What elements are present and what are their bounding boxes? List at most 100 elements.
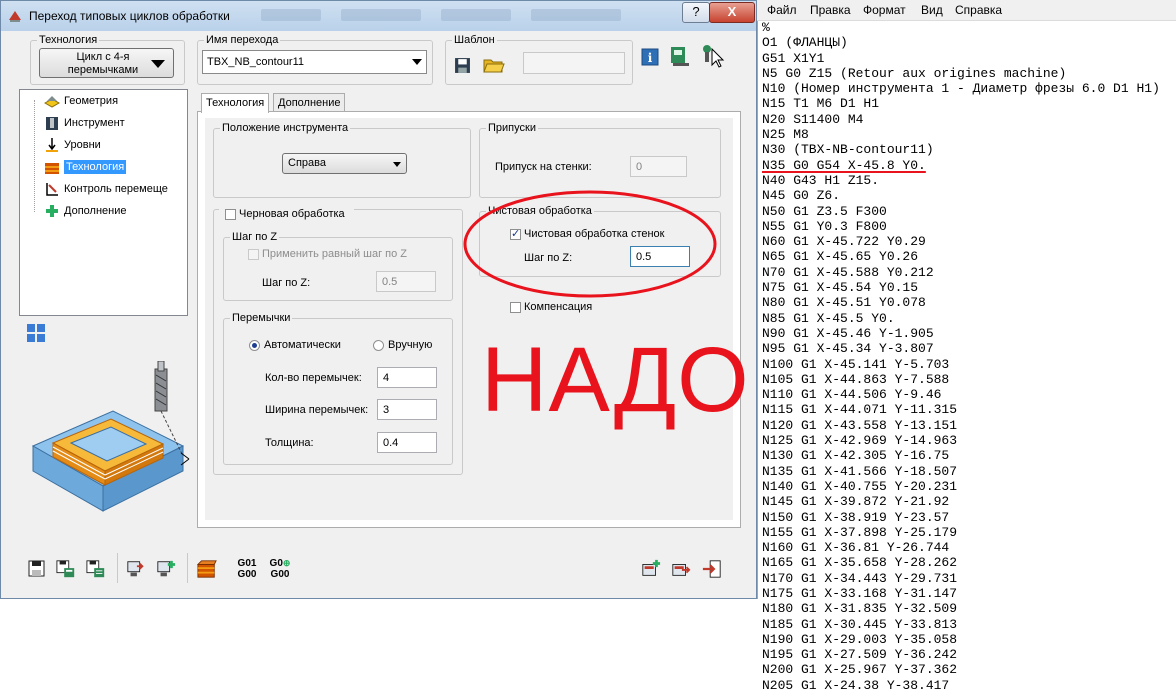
- technology-layers-icon[interactable]: [197, 558, 217, 580]
- tree-item-tool[interactable]: Инструмент: [44, 114, 125, 132]
- code-line: N185 G1 X-30.445 Y-33.813: [762, 616, 958, 632]
- g0-label: G0⊕: [267, 558, 293, 569]
- bridge-thickness-input[interactable]: 0.4: [377, 432, 437, 453]
- bridge-count-label: Кол-во перемычек:: [265, 372, 362, 384]
- code-line: N35 G0 G54 X-45.8 Y0.: [762, 157, 926, 173]
- apply-operation-icon[interactable]: [671, 558, 691, 580]
- code-line: N45 G0 Z6.: [762, 188, 841, 204]
- code-line: N75 G1 X-45.54 Y0.15: [762, 280, 919, 296]
- code-line: N135 G1 X-41.566 Y-18.507: [762, 463, 958, 479]
- motion-control-icon: [46, 183, 58, 196]
- equal-step-label: Применить равный шаг по Z: [262, 248, 408, 260]
- tree-item-label: Уровни: [64, 139, 101, 151]
- technology-group-label: Технология: [39, 34, 98, 46]
- tree-item-geometry[interactable]: Геометрия: [44, 92, 118, 110]
- g01-g00-button[interactable]: G01 G00: [235, 558, 259, 582]
- tree-item-levels[interactable]: Уровни: [44, 136, 101, 154]
- window-divider: [757, 0, 758, 599]
- help-button[interactable]: ?: [682, 2, 710, 23]
- code-line: N155 G1 X-37.898 Y-25.179: [762, 524, 958, 540]
- bridges-manual-radio[interactable]: [373, 340, 384, 351]
- tab-addition[interactable]: Дополнение: [273, 93, 346, 112]
- bridges-auto-label: Автоматически: [264, 339, 341, 351]
- tool-icon: [46, 117, 58, 130]
- save-template-icon[interactable]: [454, 57, 471, 74]
- menu-help[interactable]: Справка: [955, 3, 1002, 17]
- tool-position-select[interactable]: Справа: [282, 153, 407, 174]
- wall-allowance-input[interactable]: 0: [630, 156, 687, 177]
- chevron-down-icon: [412, 59, 422, 65]
- addition-icon: [46, 205, 58, 217]
- dialog-window: Переход типовых циклов обработки ? X Тех…: [0, 0, 757, 599]
- code-line: N80 G1 X-45.51 Y0.078: [762, 295, 926, 311]
- code-line: N130 G1 X-42.305 Y-16.75: [762, 448, 950, 464]
- tree-item-motion-control[interactable]: Контроль перемеще: [44, 180, 168, 198]
- toolbar-separator: [117, 553, 118, 583]
- export-icon[interactable]: [126, 558, 146, 580]
- geometry-icon: [44, 96, 60, 108]
- pointer-help-icon[interactable]: [699, 43, 725, 69]
- g01-label: G01: [237, 558, 257, 569]
- annotation-ellipse: [463, 190, 717, 298]
- roughing-checkbox[interactable]: [225, 209, 236, 220]
- open-folder-icon[interactable]: [483, 56, 505, 74]
- code-line: N200 G1 X-25.967 Y-37.362: [762, 662, 958, 678]
- bridge-width-input[interactable]: 3: [377, 399, 437, 420]
- bridge-width-label: Ширина перемычек:: [265, 404, 369, 416]
- machine-icon[interactable]: [669, 45, 691, 67]
- tool-position-value: Справа: [288, 157, 326, 169]
- save-as-icon[interactable]: [56, 558, 76, 580]
- tree-item-label: Дополнение: [64, 205, 127, 217]
- add-machine-icon[interactable]: [156, 558, 176, 580]
- technology-icon: [45, 163, 59, 174]
- code-line: N90 G1 X-45.46 Y-1.905: [762, 325, 934, 341]
- equal-step-checkbox[interactable]: [248, 249, 259, 260]
- code-line: N20 S11400 M4: [762, 111, 864, 127]
- technology-select-value: Цикл с 4-я перемычками: [67, 51, 139, 76]
- code-line: N145 G1 X-39.872 Y-21.92: [762, 494, 950, 510]
- save-icon[interactable]: [27, 558, 47, 580]
- g00-g00-button[interactable]: G0⊕ G00: [267, 558, 293, 582]
- menu-file[interactable]: Файл: [767, 3, 797, 17]
- wall-allowance-label: Припуск на стенки:: [495, 161, 592, 173]
- allowances-label: Припуски: [488, 122, 536, 134]
- code-line: N190 G1 X-29.003 Y-35.058: [762, 631, 958, 647]
- levels-icon: [46, 138, 58, 152]
- menu-view[interactable]: Вид: [921, 3, 943, 17]
- close-button[interactable]: X: [709, 2, 755, 23]
- toolbar-separator: [187, 553, 188, 583]
- code-line: N70 G1 X-45.588 Y0.212: [762, 264, 934, 280]
- g00-label: G00: [237, 569, 257, 580]
- code-line: N205 G1 X-24.38 Y-38.417: [762, 677, 950, 693]
- bridge-thickness-label: Толщина:: [265, 437, 314, 449]
- roughing-step-z-input[interactable]: 0.5: [376, 271, 436, 292]
- compensation-checkbox[interactable]: [510, 302, 521, 313]
- add-operation-icon[interactable]: [641, 558, 661, 580]
- code-line: N170 G1 X-34.443 Y-29.731: [762, 570, 958, 586]
- bridges-auto-radio[interactable]: [249, 340, 260, 351]
- save-list-icon[interactable]: [86, 558, 106, 580]
- code-line: N15 T1 M6 D1 H1: [762, 96, 880, 112]
- notepad-menu-bar: Файл Правка Формат Вид Справка: [757, 0, 1176, 21]
- notepad-text-area[interactable]: % O1 (ФЛАНЦЫ) G51 X1Y1 N5 G0 Z15 (Retour au…: [762, 20, 1176, 693]
- template-field[interactable]: [523, 52, 625, 74]
- tree-item-technology[interactable]: Технология: [44, 158, 127, 176]
- menu-edit[interactable]: Правка: [810, 3, 851, 17]
- grid-view-icon[interactable]: [26, 323, 46, 343]
- app-icon: [9, 11, 21, 22]
- roughing-step-z-legend: Шаг по Z: [232, 231, 278, 243]
- code-line: N105 G1 X-44.863 Y-7.588: [762, 371, 950, 387]
- operation-name-combo[interactable]: TBX_NB_contour11: [202, 50, 427, 74]
- menu-format[interactable]: Формат: [863, 3, 906, 17]
- exit-icon[interactable]: [702, 558, 722, 580]
- code-line: N140 G1 X-40.755 Y-20.231: [762, 478, 958, 494]
- tree-item-label: Контроль перемеще: [64, 183, 168, 195]
- g00-label: G00: [270, 569, 290, 580]
- info-icon[interactable]: i: [641, 48, 659, 66]
- tab-technology[interactable]: Технология: [201, 93, 270, 113]
- bridges-legend: Перемычки: [232, 312, 291, 324]
- tree-item-addition[interactable]: Дополнение: [44, 202, 126, 220]
- bridge-count-input[interactable]: 4: [377, 367, 437, 388]
- background-window-ghost: [251, 5, 671, 25]
- technology-select[interactable]: Цикл с 4-я перемычками: [39, 48, 174, 78]
